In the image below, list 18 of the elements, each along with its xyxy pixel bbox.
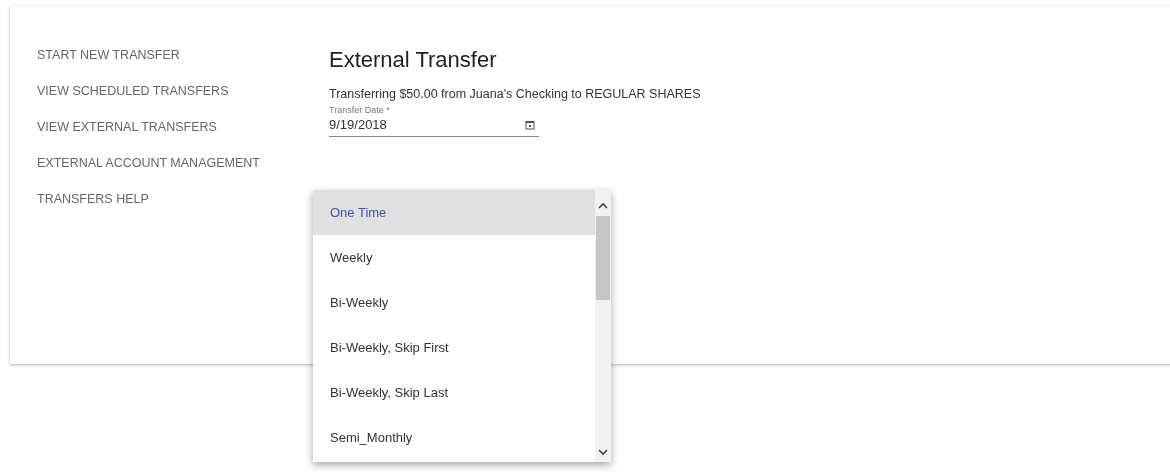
transfer-summary: Transferring $50.00 from Juana's Checking to REGULAR SHARES xyxy=(329,87,701,101)
sidebar-link[interactable]: VIEW SCHEDULED TRANSFERS xyxy=(37,82,327,100)
scrollbar-thumb[interactable] xyxy=(596,216,610,300)
page-title: External Transfer xyxy=(329,47,498,73)
menu-option[interactable]: Bi-Weekly, Skip Last xyxy=(313,370,595,415)
menu-option[interactable]: One Time xyxy=(313,190,595,235)
menu-option[interactable]: Weekly xyxy=(313,235,595,280)
sidebar-link[interactable]: EXTERNAL ACCOUNT MANAGEMENT xyxy=(37,154,327,172)
sidebar-link[interactable]: VIEW EXTERNAL TRANSFERS xyxy=(37,118,327,136)
calendar-icon[interactable] xyxy=(525,119,535,130)
scroll-up-icon[interactable] xyxy=(598,202,608,210)
scroll-down-icon[interactable] xyxy=(598,448,608,456)
menu-option[interactable]: Semi_Monthly xyxy=(313,415,595,460)
menu-option[interactable]: Bi-Weekly, Skip First xyxy=(313,325,595,370)
menu-option[interactable]: Bi-Weekly xyxy=(313,280,595,325)
sidebar-link[interactable]: START NEW TRANSFER xyxy=(37,46,327,64)
date-field[interactable]: Transfer Date * 9/19/2018 xyxy=(329,105,539,137)
scrollbar[interactable] xyxy=(595,190,611,462)
